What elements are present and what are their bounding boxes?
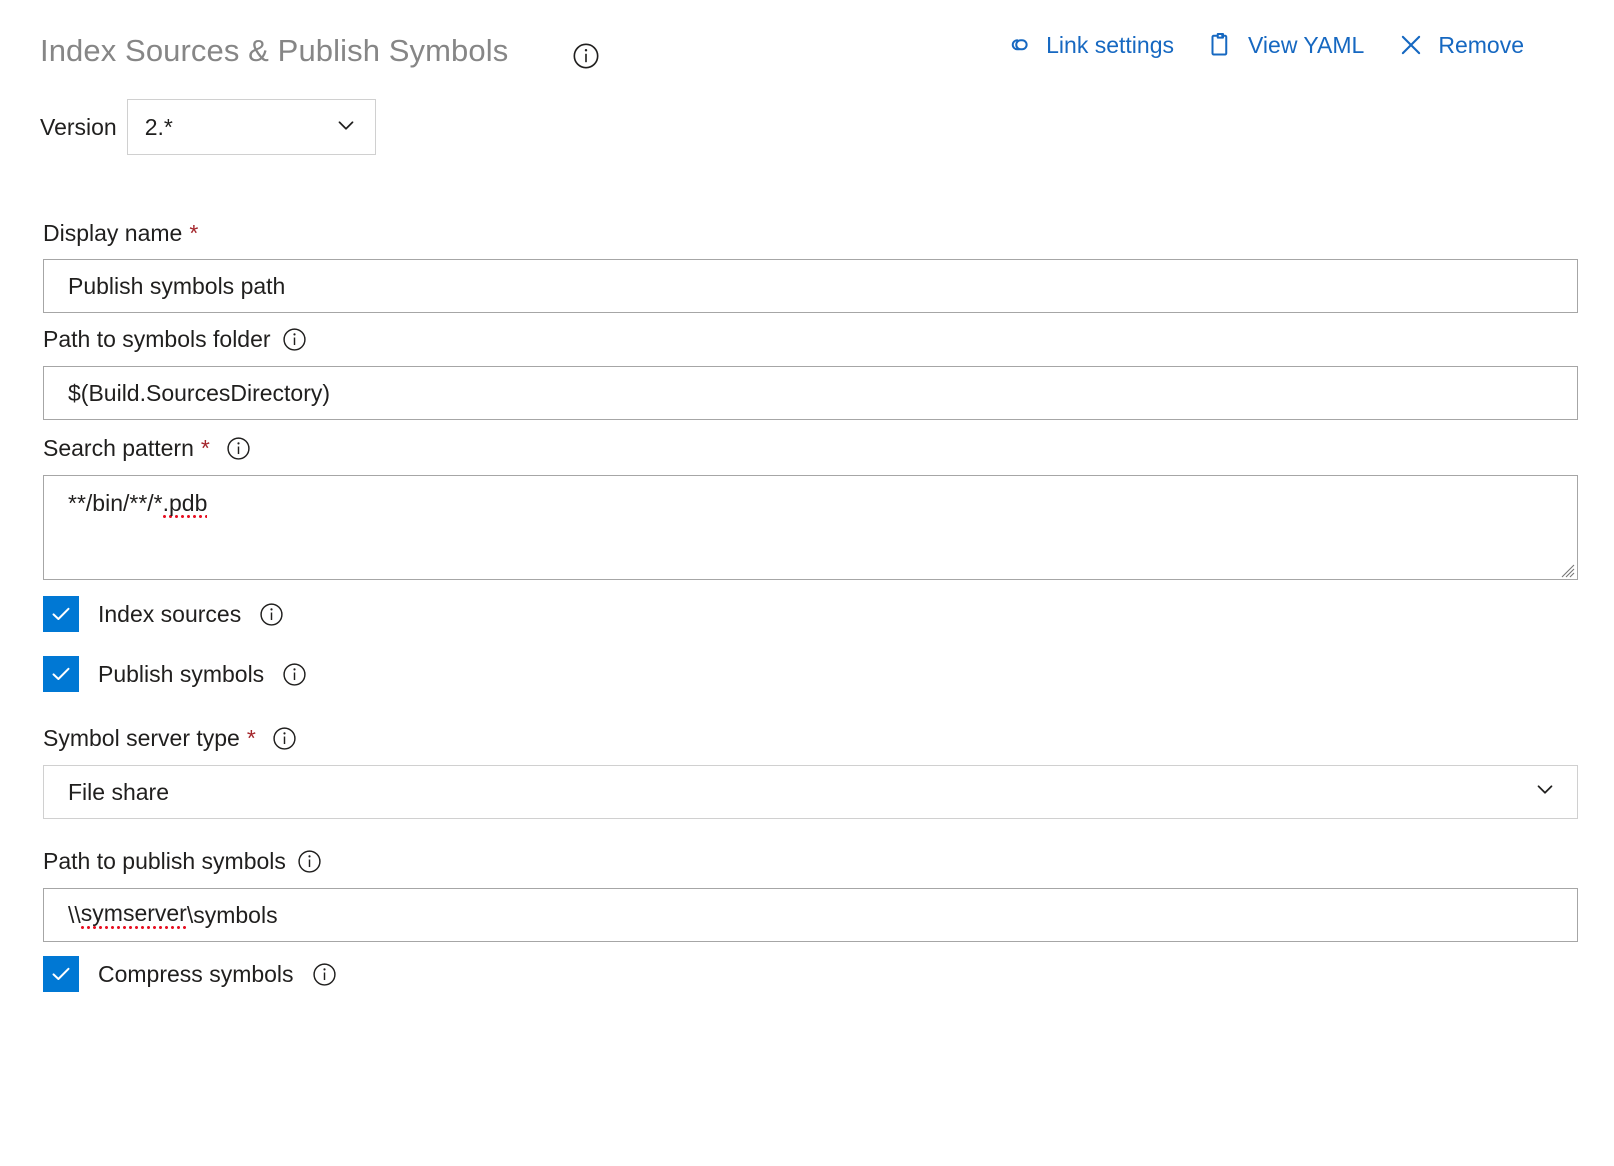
version-label: Version xyxy=(40,114,117,141)
link-settings-label: Link settings xyxy=(1046,34,1174,57)
required-marker: * xyxy=(247,727,256,750)
remove-label: Remove xyxy=(1438,34,1524,57)
symbols-folder-value: $(Build.SourcesDirectory) xyxy=(68,380,330,407)
checkbox-row-compress-symbols: Compress symbols xyxy=(0,956,1614,992)
compress-symbols-checkbox[interactable] xyxy=(43,956,79,992)
info-icon[interactable] xyxy=(297,849,322,874)
info-icon[interactable] xyxy=(312,962,337,987)
symbols-folder-label: Path to symbols folder xyxy=(0,327,1614,352)
field-search-pattern: Search pattern * **/bin/**/*.pdb xyxy=(0,436,1614,580)
task-header: Index Sources & Publish Symbols Link set… xyxy=(0,0,1614,92)
search-pattern-label: Search pattern * xyxy=(0,436,1614,461)
info-icon[interactable] xyxy=(572,42,600,75)
symbols-folder-input[interactable]: $(Build.SourcesDirectory) xyxy=(43,366,1578,420)
page-title: Index Sources & Publish Symbols xyxy=(40,33,508,69)
info-icon[interactable] xyxy=(282,662,307,687)
symbol-server-type-value: File share xyxy=(68,779,169,806)
field-symbols-folder: Path to symbols folder $(Build.SourcesDi… xyxy=(0,327,1614,420)
view-yaml-label: View YAML xyxy=(1248,34,1364,57)
search-pattern-value-plain: **/bin/**/* xyxy=(68,490,163,516)
search-pattern-value-misspelled: .pdb xyxy=(163,490,208,519)
symbol-server-type-label: Symbol server type * xyxy=(0,726,1614,751)
version-dropdown[interactable]: 2.* xyxy=(127,99,376,155)
symbol-server-type-dropdown[interactable]: File share xyxy=(43,765,1578,819)
info-icon[interactable] xyxy=(226,436,251,461)
checkbox-row-publish-symbols: Publish symbols xyxy=(0,656,1614,692)
chevron-down-icon xyxy=(1532,776,1558,808)
publish-symbols-checkbox[interactable] xyxy=(43,656,79,692)
view-yaml-button[interactable]: View YAML xyxy=(1206,30,1364,60)
header-actions: Link settings View YAML Remove xyxy=(1004,30,1524,60)
version-row: Version 2.* xyxy=(40,99,376,155)
index-sources-checkbox[interactable] xyxy=(43,596,79,632)
publish-path-value-prefix: \\ xyxy=(68,902,81,929)
field-publish-path: Path to publish symbols \\symserver\symb… xyxy=(0,849,1614,942)
search-pattern-textarea[interactable]: **/bin/**/*.pdb xyxy=(43,475,1578,580)
close-icon xyxy=(1396,30,1426,60)
publish-symbols-label: Publish symbols xyxy=(98,661,264,688)
compress-symbols-label: Compress symbols xyxy=(98,961,294,988)
publish-path-label: Path to publish symbols xyxy=(0,849,1614,874)
chevron-down-icon xyxy=(333,112,359,143)
required-marker: * xyxy=(201,437,210,460)
display-name-value: Publish symbols path xyxy=(68,273,285,300)
resize-grip-icon[interactable] xyxy=(1555,557,1575,577)
remove-button[interactable]: Remove xyxy=(1396,30,1524,60)
field-symbol-server-type: Symbol server type * File share xyxy=(0,726,1614,819)
display-name-label: Display name * xyxy=(0,222,1614,245)
publish-path-value-misspelled: symserver xyxy=(81,900,187,930)
publish-path-value-suffix: \symbols xyxy=(187,902,278,929)
link-icon xyxy=(1004,30,1034,60)
info-icon[interactable] xyxy=(259,602,284,627)
info-icon[interactable] xyxy=(282,327,307,352)
link-settings-button[interactable]: Link settings xyxy=(1004,30,1174,60)
display-name-input[interactable]: Publish symbols path xyxy=(43,259,1578,313)
clipboard-icon xyxy=(1206,30,1236,60)
info-icon[interactable] xyxy=(272,726,297,751)
index-sources-label: Index sources xyxy=(98,601,241,628)
required-marker: * xyxy=(189,222,198,245)
task-form: Display name * Publish symbols path Path… xyxy=(0,222,1614,992)
publish-path-input[interactable]: \\symserver\symbols xyxy=(43,888,1578,942)
version-value: 2.* xyxy=(145,114,173,141)
field-display-name: Display name * Publish symbols path xyxy=(0,222,1614,313)
checkbox-row-index-sources: Index sources xyxy=(0,596,1614,632)
